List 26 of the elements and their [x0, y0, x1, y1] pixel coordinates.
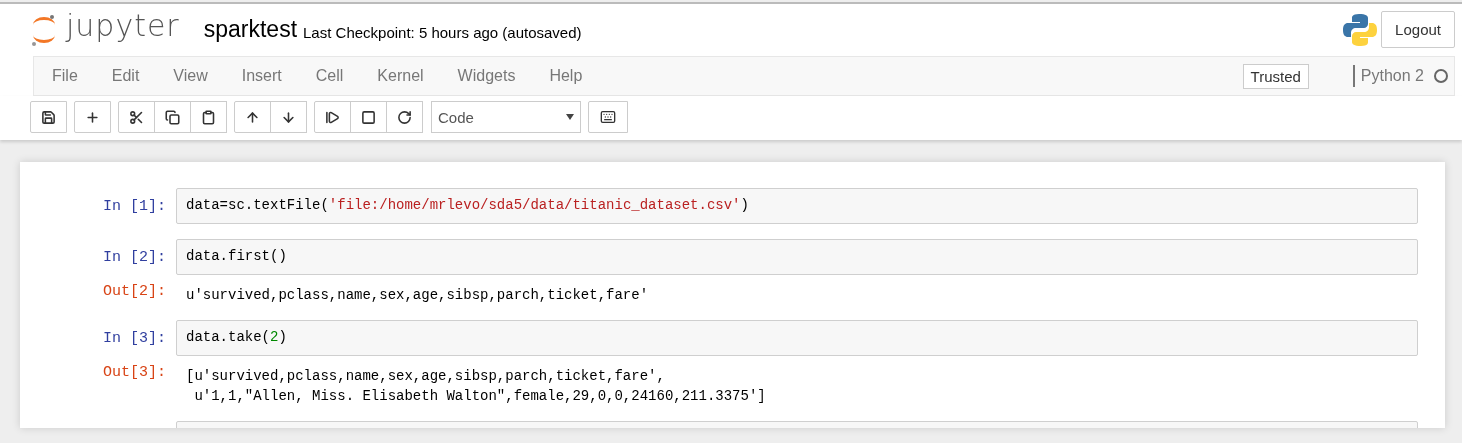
- input-prompt: In [2]:: [102, 248, 167, 266]
- menu-item[interactable]: Widgets: [445, 67, 528, 85]
- menu-item[interactable]: View: [161, 67, 220, 85]
- cell-type-select[interactable]: Code: [431, 101, 581, 133]
- input-prompt: In [3]:: [102, 329, 167, 347]
- output-text: u'1,1,"Allen, Miss. Elisabeth Walton",female,29,0,0,24160,211.3375']: [193, 387, 766, 406]
- menu-item[interactable]: Insert: [229, 67, 294, 85]
- menu-item[interactable]: Edit: [99, 67, 152, 85]
- menu-item[interactable]: Kernel: [365, 67, 436, 85]
- output-text: u'survived,pclass,name,sex,age,sibsp,parch,ticket,fare': [186, 286, 649, 305]
- menu-item[interactable]: Help: [537, 67, 595, 85]
- logo-text: jupyter: [66, 8, 180, 43]
- kernel-name: Python 2: [1352, 65, 1424, 87]
- logout-button[interactable]: Logout: [1381, 11, 1455, 48]
- menu-item[interactable]: Cell: [303, 67, 356, 85]
- output-prompt: Out[3]:: [102, 363, 167, 381]
- checkpoint-status: Last Checkpoint: 5 hours ago (autosaved): [303, 23, 582, 41]
- output-prompt: Out[2]:: [102, 282, 167, 300]
- notebook-name[interactable]: sparktest: [203, 16, 298, 43]
- output-text: [u'survived,pclass,name,sex,age,sibsp,parch,ticket,fare',: [186, 367, 666, 386]
- trusted-indicator[interactable]: Trusted: [1242, 63, 1309, 89]
- code-cell[interactable]: data=sc.textFile('file:/home/mrlevo/sda5/data/titanic_dataset.csv'): [176, 188, 1418, 224]
- code-cell[interactable]: data.take(2): [176, 320, 1418, 356]
- input-prompt: In [1]:: [102, 197, 167, 215]
- menu-item[interactable]: File: [40, 67, 90, 85]
- code-cell[interactable]: data.first(): [176, 239, 1418, 275]
